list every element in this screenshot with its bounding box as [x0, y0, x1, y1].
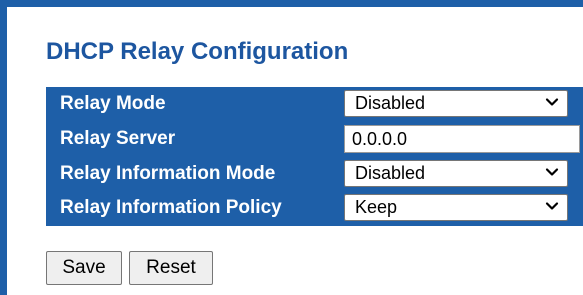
config-table: Relay Mode Disabled Relay Server Relay I… — [46, 87, 583, 226]
relay-server-input[interactable] — [344, 125, 580, 153]
relay-server-row: Relay Server — [46, 122, 583, 156]
relay-mode-row: Relay Mode Disabled — [46, 87, 583, 121]
top-border — [0, 0, 583, 7]
relay-information-mode-row: Relay Information Mode Disabled — [46, 157, 583, 191]
relay-information-policy-cell: Keep — [341, 191, 583, 225]
relay-information-mode-label: Relay Information Mode — [60, 163, 276, 184]
relay-server-cell — [341, 122, 583, 156]
page-frame: DHCP Relay Configuration Relay Mode Disa… — [0, 0, 583, 295]
save-button[interactable]: Save — [46, 251, 122, 285]
relay-server-label: Relay Server — [60, 128, 176, 149]
page-title: DHCP Relay Configuration — [46, 38, 349, 65]
chevron-down-icon — [545, 98, 559, 106]
relay-mode-value: Disabled — [355, 93, 426, 113]
relay-information-policy-select[interactable]: Keep — [344, 194, 568, 221]
relay-information-mode-value: Disabled — [355, 163, 426, 183]
relay-information-policy-row: Relay Information Policy Keep — [46, 191, 583, 225]
relay-information-mode-select[interactable]: Disabled — [344, 160, 568, 187]
relay-information-policy-label: Relay Information Policy — [60, 197, 282, 218]
relay-mode-cell: Disabled — [341, 87, 583, 121]
relay-information-policy-value: Keep — [355, 197, 398, 217]
chevron-down-icon — [545, 202, 559, 210]
relay-mode-select[interactable]: Disabled — [344, 90, 568, 117]
reset-button[interactable]: Reset — [129, 251, 213, 285]
relay-mode-label: Relay Mode — [60, 93, 166, 114]
left-border — [0, 0, 7, 295]
chevron-down-icon — [545, 168, 559, 176]
relay-information-mode-cell: Disabled — [341, 157, 583, 191]
